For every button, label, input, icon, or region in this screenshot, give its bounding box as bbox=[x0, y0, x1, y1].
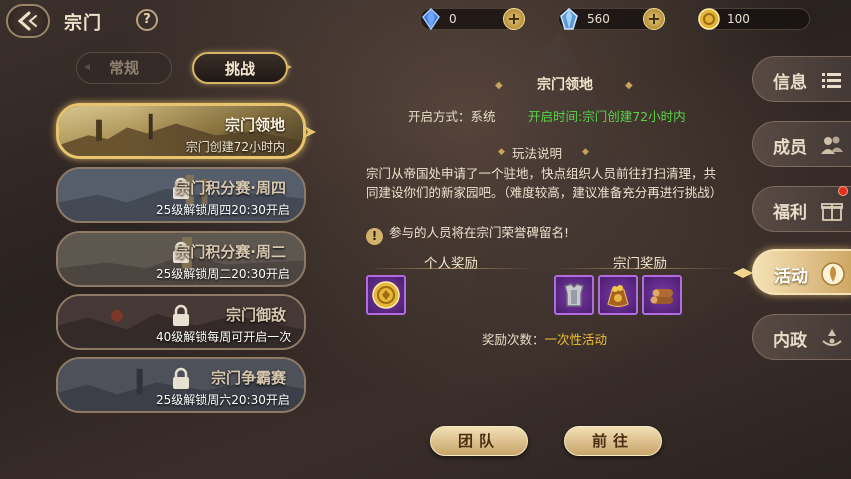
title-ornament-icon: ◆ bbox=[625, 80, 633, 91]
resource-crystal-gem: 560 + bbox=[557, 7, 665, 31]
activity-icon bbox=[821, 262, 845, 286]
help-button[interactable]: ? bbox=[136, 9, 158, 31]
side-tab-activity[interactable]: 活动 bbox=[752, 249, 851, 295]
affairs-icon bbox=[822, 329, 842, 346]
divider bbox=[366, 268, 536, 269]
gift-icon bbox=[821, 203, 843, 221]
list-icon bbox=[822, 73, 841, 88]
back-button[interactable] bbox=[6, 4, 50, 38]
lock-icon bbox=[173, 367, 189, 389]
sect-reward-title: 宗门奖励 bbox=[613, 256, 667, 272]
wood-logs-icon bbox=[650, 289, 673, 304]
gold-medal-icon bbox=[372, 281, 400, 309]
honor-note: ! 参与的人员将在宗门荣誉碑留名! bbox=[366, 222, 569, 245]
team-button[interactable]: 团队 bbox=[430, 426, 528, 456]
side-tab-label: 内政 bbox=[773, 331, 807, 351]
event-lock-info: 25级解锁周六20:30开启 bbox=[156, 391, 290, 408]
crystal-gem-icon bbox=[557, 7, 581, 31]
event-sub: 每周可开启一次 bbox=[207, 330, 292, 344]
event-name: 宗门积分赛·周二 bbox=[175, 243, 286, 261]
blue-gem-icon bbox=[419, 7, 443, 31]
event-sub: 周六20:30开启 bbox=[207, 393, 290, 407]
gold-coin-icon bbox=[697, 7, 721, 31]
event-name: 宗门争霸赛 bbox=[210, 369, 286, 387]
exclamation-icon: ! bbox=[366, 228, 383, 245]
resource-blue-gem: 0 + bbox=[419, 7, 525, 31]
event-item-points-thu[interactable]: 宗门积分赛·周四 25级解锁周四20:30开启 bbox=[56, 167, 306, 223]
tab-ornament-icon bbox=[286, 64, 316, 70]
reward-wood-logs[interactable] bbox=[642, 275, 682, 315]
event-name: 宗门领地 bbox=[224, 116, 285, 134]
blue-gem-value: 0 bbox=[449, 12, 457, 26]
side-tab-label: 信息 bbox=[773, 73, 807, 93]
event-item-sect-territory[interactable]: 宗门领地 宗门创建72小时内 bbox=[56, 103, 306, 159]
reward-armor[interactable] bbox=[554, 275, 594, 315]
gold-coin-value: 100 bbox=[727, 12, 750, 26]
event-name: 宗门御敌 bbox=[225, 306, 286, 324]
open-time-value: 宗门创建72小时内 bbox=[582, 109, 686, 124]
event-item-defense[interactable]: 宗门御敌 40级解锁每周可开启一次 bbox=[56, 294, 306, 350]
armor-icon bbox=[564, 283, 584, 307]
reward-count-label: 奖励次数： bbox=[482, 332, 545, 347]
lock-icon bbox=[173, 304, 189, 326]
reward-treasure-bag[interactable] bbox=[598, 275, 638, 315]
event-sub: 周四20:30开启 bbox=[207, 203, 290, 217]
side-tab-welfare[interactable]: 福利 bbox=[752, 186, 851, 232]
event-lock-info: 25级解锁周二20:30开启 bbox=[156, 265, 290, 282]
rules-description: 宗门从帝国处申请了一个驻地，快点组织人员前往打扫清理，共同建设你们的新家园吧。（… bbox=[366, 166, 723, 200]
open-time: 开启时间:宗门创建72小时内 bbox=[528, 106, 686, 125]
event-sub: 宗门创建72小时内 bbox=[185, 140, 285, 154]
side-tab-label: 成员 bbox=[773, 138, 807, 158]
reward-count-value: 一次性活动 bbox=[544, 332, 608, 347]
open-mode: 开启方式：系统 bbox=[408, 106, 496, 125]
side-tab-info[interactable]: 信息 bbox=[752, 56, 851, 102]
members-icon bbox=[821, 136, 843, 154]
event-lock-text: 25级解锁 bbox=[156, 267, 208, 281]
open-mode-value: 系统 bbox=[470, 109, 496, 124]
event-item-points-tue[interactable]: 宗门积分赛·周二 25级解锁周二20:30开启 bbox=[56, 231, 306, 287]
treasure-bag-icon bbox=[607, 285, 629, 308]
subtitle-ornament-icon: ◆ bbox=[498, 147, 505, 157]
event-item-hegemony[interactable]: 宗门争霸赛 25级解锁周六20:30开启 bbox=[56, 357, 306, 413]
resource-gold-coin: 100 bbox=[698, 8, 810, 30]
side-tab-label: 活动 bbox=[774, 267, 808, 287]
top-bar: 宗门 ? 0 + 560 + 100 bbox=[0, 0, 851, 42]
page-title: 宗门 bbox=[64, 13, 102, 34]
event-lock-text: 25级解锁 bbox=[156, 393, 208, 407]
active-indicator-icon bbox=[733, 268, 753, 278]
category-tabs: 常规 挑战 bbox=[60, 52, 316, 84]
side-tab-label: 福利 bbox=[773, 203, 807, 223]
event-name: 宗门积分赛·周四 bbox=[175, 179, 286, 197]
event-lock-info: 40级解锁每周可开启一次 bbox=[156, 328, 291, 345]
divider bbox=[552, 268, 732, 269]
reward-gold-medal[interactable] bbox=[366, 275, 406, 315]
event-lock-text: 25级解锁 bbox=[156, 203, 208, 217]
personal-reward-title: 个人奖励 bbox=[424, 256, 478, 272]
event-lock-text: 40级解锁 bbox=[156, 330, 208, 344]
add-blue-gem-button[interactable]: + bbox=[503, 8, 525, 30]
rules-title: 玩法说明 bbox=[512, 146, 563, 161]
crystal-gem-value: 560 bbox=[587, 12, 610, 26]
side-tab-members[interactable]: 成员 bbox=[752, 121, 851, 167]
selected-arrow-icon bbox=[304, 126, 316, 138]
side-tab-affairs[interactable]: 内政 bbox=[752, 314, 851, 360]
tab-normal[interactable]: 常规 bbox=[76, 52, 172, 84]
add-crystal-gem-button[interactable]: + bbox=[643, 8, 665, 30]
detail-title: 宗门领地 bbox=[537, 77, 593, 93]
event-sub: 周二20:30开启 bbox=[207, 267, 290, 281]
reward-count: 奖励次数：一次性活动 bbox=[482, 329, 607, 348]
subtitle-ornament-icon: ◆ bbox=[582, 147, 589, 157]
event-lock-info: 25级解锁周四20:30开启 bbox=[156, 201, 290, 218]
back-arrow-icon bbox=[17, 11, 37, 31]
go-button[interactable]: 前往 bbox=[564, 426, 662, 456]
open-time-label: 开启时间: bbox=[528, 109, 583, 124]
honor-note-text: 参与的人员将在宗门荣誉碑留名! bbox=[389, 225, 570, 240]
tab-challenge[interactable]: 挑战 bbox=[192, 52, 288, 84]
notification-badge bbox=[838, 186, 848, 196]
open-mode-label: 开启方式： bbox=[408, 109, 471, 124]
